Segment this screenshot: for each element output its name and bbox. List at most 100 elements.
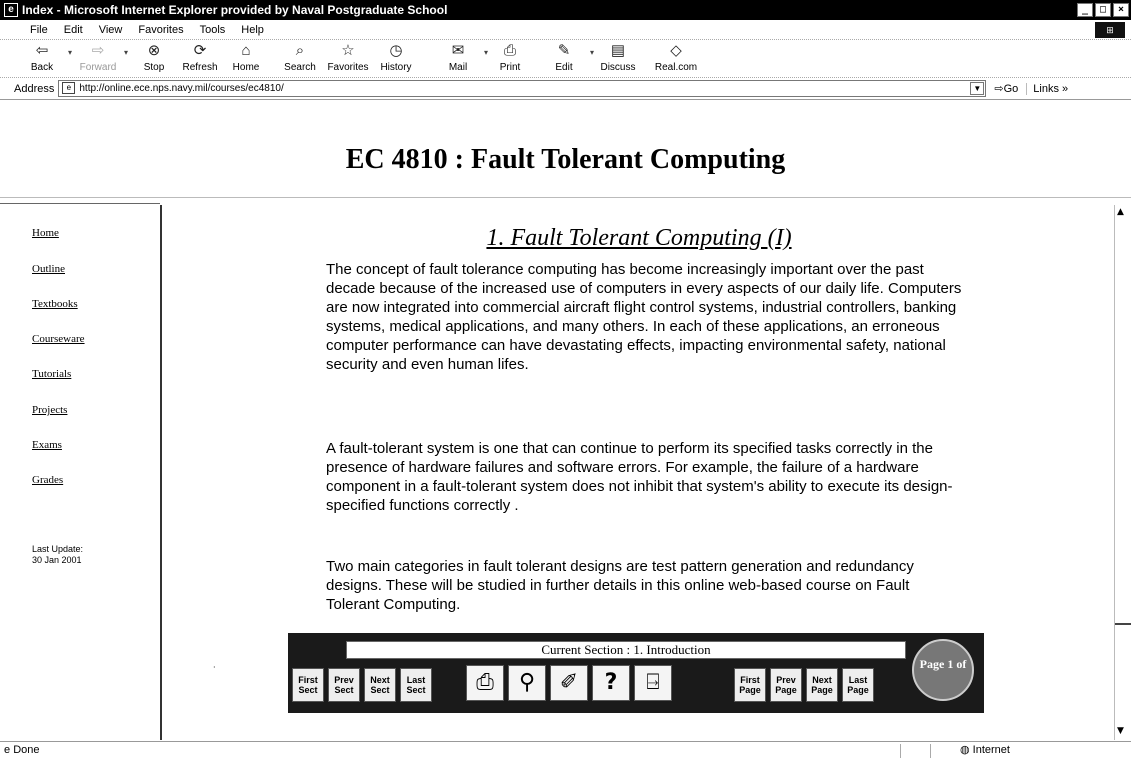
scroll-thumb[interactable] [1115,623,1131,625]
prev-page-button[interactable]: Prev Page [770,668,802,702]
vertical-scrollbar[interactable]: ▲ ▼ [1114,205,1131,740]
favorites-button[interactable]: ☆ Favorites [324,42,372,73]
links-button[interactable]: Links » [1026,82,1068,95]
realcom-button[interactable]: ◇ Real.com [648,42,704,73]
next-sect-button[interactable]: Next Sect [364,668,396,702]
menu-view[interactable]: View [99,24,123,36]
sidebar-frame: Home Outline Textbooks Courseware Tutori… [0,205,162,740]
home-icon: ⌂ [241,42,251,59]
last-page-button[interactable]: Last Page [842,668,874,702]
paragraph-1: The concept of fault tolerance computing… [326,261,962,373]
globe-icon: ◍ [960,744,970,756]
search-icon: ⌕ [295,42,305,59]
menu-tools[interactable]: Tools [200,24,226,36]
scroll-down-icon[interactable]: ▼ [1117,726,1124,736]
discuss-icon: ▤ [610,42,626,59]
help-icon[interactable]: ? [592,665,630,701]
refresh-button[interactable]: ⟳ Refresh [176,42,224,73]
go-button[interactable]: ⇨Go [994,82,1018,95]
address-input[interactable]: e http://online.ece.nps.navy.mil/courses… [58,80,987,97]
paragraph-3: Two main categories in fault tolerant de… [326,558,914,613]
status-text: e Done [4,744,40,756]
back-dropdown-icon[interactable]: ▾ [68,48,72,57]
refresh-icon: ⟳ [193,42,207,59]
divider [0,203,160,204]
sidebar-item-courseware[interactable]: Courseware [32,333,85,345]
menu-favorites[interactable]: Favorites [138,24,183,36]
notepad-icon[interactable]: ✐ [550,665,588,701]
security-zone: ◍ Internet [960,744,1010,756]
page-icon: e [62,82,76,94]
current-section-label: Current Section : 1. Introduction [346,641,906,659]
close-button[interactable]: × [1113,3,1129,17]
printer-icon[interactable]: ⎙ [466,665,504,701]
edit-button[interactable]: ✎ Edit ▾ [540,42,594,73]
title-bar: e Index - Microsoft Internet Explorer pr… [0,0,1131,20]
sidebar-item-grades[interactable]: Grades [32,474,63,486]
magnifier-icon[interactable]: ⚲ [508,665,546,701]
print-button[interactable]: ⎙ Print [486,42,534,73]
forward-button[interactable]: ⇨ Forward ▾ [74,42,128,73]
course-navigation-bar: Current Section : 1. Introduction First … [288,633,984,713]
back-arrow-icon: ⇦ [35,42,49,59]
maximize-button[interactable]: □ [1095,3,1111,17]
stop-button[interactable]: ⊗ Stop [130,42,178,73]
sidebar-item-projects[interactable]: Projects [32,404,67,416]
menu-bar: File Edit View Favorites Tools Help ⊞ [0,20,1131,40]
scroll-up-icon[interactable]: ▲ [1117,207,1124,217]
menu-help[interactable]: Help [241,24,264,36]
status-bar: e Done ◍ Internet [0,741,1131,759]
sidebar-item-textbooks[interactable]: Textbooks [32,298,78,310]
status-divider [900,744,901,758]
address-dropdown-icon[interactable]: ▼ [970,82,985,95]
print-icon: ⎙ [503,42,516,59]
last-update: Last Update: 30 Jan 2001 [32,544,83,566]
stop-icon: ⊗ [147,42,161,59]
forward-dropdown-icon[interactable]: ▾ [124,48,128,57]
last-update-date: 30 Jan 2001 [32,555,82,565]
address-label: Address [14,82,55,95]
page-of-badge: Page 1 of [912,639,974,701]
edit-icon: ✎ [557,42,571,59]
sidebar-item-exams[interactable]: Exams [32,439,62,451]
status-divider [930,744,931,758]
menu-edit[interactable]: Edit [64,24,83,36]
menu-file[interactable]: File [30,24,48,36]
first-page-button[interactable]: First Page [734,668,766,702]
go-arrow-icon: ⇨ [994,83,1004,95]
back-button[interactable]: ⇦ Back ▾ [18,42,72,73]
favorites-icon: ☆ [341,42,355,59]
address-url: http://online.ece.nps.navy.mil/courses/e… [79,83,284,94]
standard-toolbar: ⇦ Back ▾ ⇨ Forward ▾ ⊗ Stop ⟳ Refresh ⌂ Home ⌕ S… [0,40,1131,78]
header-frame: EC 4810 : Fault Tolerant Computing [0,100,1131,198]
address-bar: Address e http://online.ece.nps.navy.mil… [0,78,1131,100]
exit-door-icon[interactable]: ⍈ [634,665,672,701]
history-button[interactable]: ◷ History [372,42,420,73]
discuss-button[interactable]: ▤ Discuss [594,42,642,73]
page-done-icon: e [4,744,11,756]
forward-arrow-icon: ⇨ [91,42,105,59]
windows-logo-icon: ⊞ [1095,22,1125,38]
realcom-icon: ◇ [670,42,682,59]
page-title: EC 4810 : Fault Tolerant Computing [345,144,786,175]
sidebar-item-outline[interactable]: Outline [32,263,65,275]
next-page-button[interactable]: Next Page [806,668,838,702]
history-icon: ◷ [389,42,403,59]
sidebar-item-tutorials[interactable]: Tutorials [32,368,71,380]
minimize-button[interactable]: _ [1077,3,1093,17]
home-button[interactable]: ⌂ Home [222,42,270,73]
mail-icon: ✉ [451,42,465,59]
sidebar-item-home[interactable]: Home [32,227,59,239]
last-sect-button[interactable]: Last Sect [400,668,432,702]
window-title: Index - Microsoft Internet Explorer prov… [22,3,448,17]
ie-logo-icon: e [4,3,18,17]
content-frame: 1. Fault Tolerant Computing (I) The conc… [164,205,1114,740]
last-update-label: Last Update: [32,544,84,554]
first-sect-button[interactable]: First Sect [292,668,324,702]
section-title: 1. Fault Tolerant Computing (I) [486,225,792,251]
mail-button[interactable]: ✉ Mail ▾ [434,42,488,73]
prev-sect-button[interactable]: Prev Sect [328,668,360,702]
paragraph-2: A fault-tolerant system is one that can … [326,440,953,514]
search-button[interactable]: ⌕ Search [276,42,324,73]
browser-window: e Index - Microsoft Internet Explorer pr… [0,0,1131,759]
